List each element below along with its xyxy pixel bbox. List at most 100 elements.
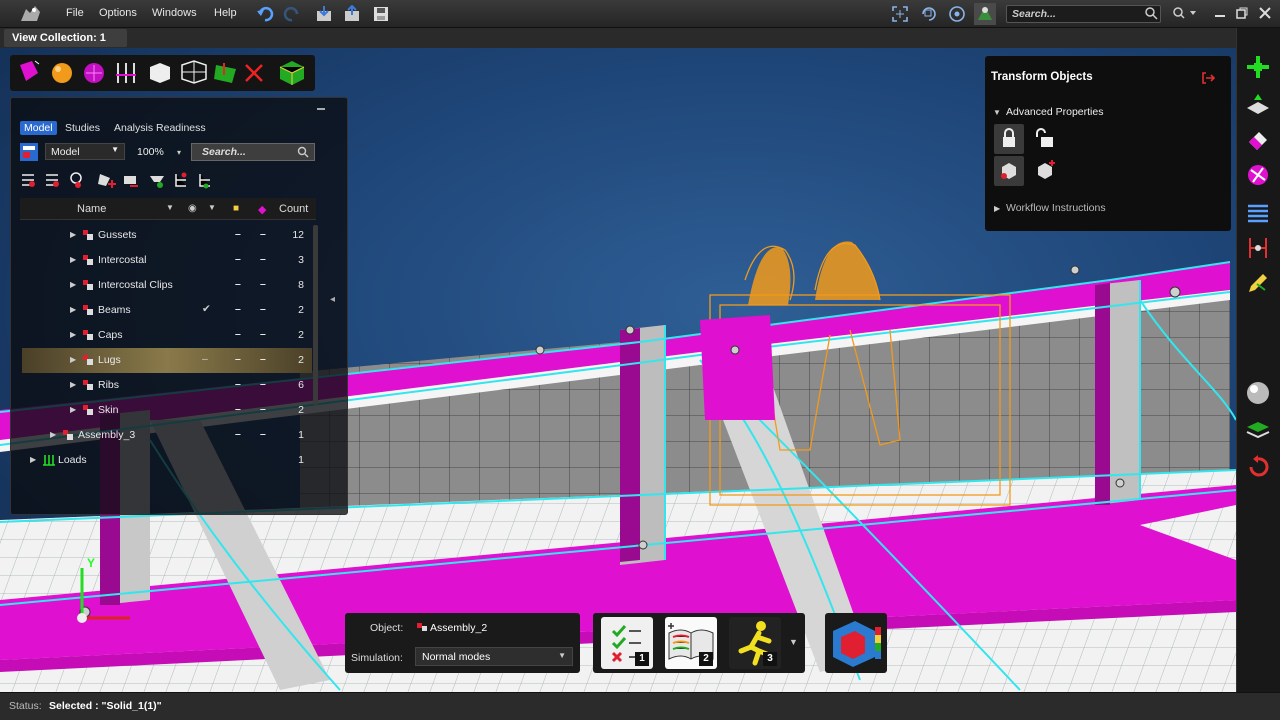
visibility-icon[interactable]: ◉ [188, 203, 197, 214]
zoom-value[interactable]: 100% [137, 146, 164, 158]
panel-minimize-icon[interactable] [316, 106, 326, 112]
part-column-icon[interactable]: ◆ [258, 203, 266, 216]
row-check[interactable]: – [202, 353, 208, 365]
simulation-select[interactable]: Normal modes ▼ [415, 647, 573, 666]
eraser-icon[interactable] [1245, 128, 1271, 154]
row-value-b[interactable]: – [260, 353, 266, 365]
row-value-a[interactable]: – [235, 278, 241, 290]
expand-arrow-icon[interactable]: ▶ [50, 430, 56, 439]
minimize-icon[interactable] [1213, 6, 1227, 20]
restore-icon[interactable] [1235, 6, 1249, 20]
workflow-instructions-label[interactable]: Workflow Instructions [1006, 202, 1106, 214]
list-icon[interactable] [1245, 200, 1271, 226]
expand-arrow-icon[interactable]: ▶ [70, 280, 76, 289]
menu-help[interactable]: Help [214, 7, 237, 19]
expand-arrow-icon[interactable]: ▼ [993, 108, 1001, 117]
expand-arrow-icon[interactable]: ▶ [70, 380, 76, 389]
menu-file[interactable]: File [66, 7, 84, 19]
menu-windows[interactable]: Windows [152, 7, 197, 19]
run-button[interactable]: 3 [729, 617, 781, 669]
zoom-dropdown-icon[interactable]: ▾ [177, 148, 181, 157]
expand-arrow-icon[interactable]: ▶ [70, 355, 76, 364]
layers-icon[interactable] [1245, 417, 1271, 443]
rotate-view-icon[interactable] [920, 5, 938, 23]
row-value-b[interactable]: – [260, 253, 266, 265]
tree-row[interactable]: ▶ Loads 1 [22, 448, 312, 473]
expand-arrow-icon[interactable]: ▶ [70, 405, 76, 414]
reset-icon[interactable] [1245, 453, 1271, 479]
tree-row[interactable]: ▶ Assembly_3 – – 1 [22, 423, 312, 448]
results-button[interactable] [825, 613, 887, 673]
row-value-a[interactable]: – [235, 428, 241, 440]
visibility-filter-icon[interactable]: ▼ [208, 203, 216, 212]
menu-options[interactable]: Options [99, 7, 137, 19]
search-icon[interactable] [1144, 6, 1158, 20]
search-icon[interactable] [297, 146, 309, 158]
import-icon[interactable] [315, 5, 333, 23]
filter-toolbar[interactable] [20, 170, 220, 190]
row-value-b[interactable]: – [260, 328, 266, 340]
row-value-b[interactable]: – [260, 228, 266, 240]
tree-row[interactable]: ▶ Beams ✔ – – 2 [22, 298, 312, 323]
run-options-dropdown-icon[interactable]: ▼ [789, 637, 798, 647]
redo-icon[interactable] [283, 5, 301, 23]
tab-model[interactable]: Model [20, 121, 57, 135]
global-search-input[interactable]: Search... [1006, 5, 1161, 23]
view-collection-tab[interactable]: View Collection: 1 [4, 29, 127, 47]
row-check[interactable]: ✔ [202, 303, 211, 315]
color-column-icon[interactable]: ■ [233, 203, 239, 214]
model-select[interactable]: Model ▼ [45, 143, 125, 160]
row-value-b[interactable]: – [260, 303, 266, 315]
row-value-a[interactable]: – [235, 228, 241, 240]
measure-icon[interactable] [1245, 235, 1271, 261]
check-model-button[interactable]: 1 [601, 617, 653, 669]
tree-row[interactable]: ▶ Ribs – – 6 [22, 373, 312, 398]
row-value-a[interactable]: – [235, 403, 241, 415]
shading-sphere-icon[interactable] [1245, 380, 1271, 406]
collapse-arrow-icon[interactable]: ▶ [994, 204, 1000, 213]
row-value-a[interactable]: – [235, 303, 241, 315]
expand-arrow-icon[interactable]: ▶ [70, 230, 76, 239]
tree-scrollbar[interactable] [313, 225, 318, 405]
object-value[interactable]: Assembly_2 [430, 622, 487, 634]
move-object-button[interactable] [994, 156, 1024, 186]
fit-view-icon[interactable] [891, 5, 909, 23]
row-value-a[interactable]: – [235, 328, 241, 340]
row-value-b[interactable]: – [260, 378, 266, 390]
tree-row[interactable]: ▶ Gussets – – 12 [22, 223, 312, 248]
model-view-icon[interactable] [19, 142, 39, 162]
setup-button[interactable]: 2 [665, 617, 717, 669]
tree-row[interactable]: ▶ Skin – – 2 [22, 398, 312, 423]
search-options-icon[interactable] [1172, 6, 1198, 20]
add-node-icon[interactable] [1245, 54, 1271, 80]
plane-icon[interactable] [1245, 92, 1271, 118]
select-mode-icon[interactable] [974, 3, 996, 25]
column-count[interactable]: Count [279, 203, 308, 215]
close-icon[interactable] [1258, 6, 1272, 20]
copy-object-icon[interactable] [1030, 156, 1060, 186]
undo-icon[interactable] [256, 5, 274, 23]
tree-row[interactable]: ▶ Intercostal Clips – – 8 [22, 273, 312, 298]
tree-row[interactable]: ▶ Intercostal – – 3 [22, 248, 312, 273]
pencil-icon[interactable] [1245, 270, 1271, 296]
panel-resize-handle[interactable]: ◂ [330, 294, 335, 305]
tab-analysis-readiness[interactable]: Analysis Readiness [110, 121, 210, 135]
tree-row[interactable]: ▶ Caps – – 2 [22, 323, 312, 348]
save-icon[interactable] [372, 5, 390, 23]
tree-row[interactable]: ▶ Lugs – – – 2 [22, 348, 312, 373]
exit-icon[interactable] [1200, 70, 1216, 86]
row-value-b[interactable]: – [260, 403, 266, 415]
name-filter-icon[interactable]: ▼ [166, 203, 174, 212]
shape-icon[interactable] [1245, 162, 1271, 188]
tab-studies[interactable]: Studies [61, 121, 104, 135]
lock-button[interactable] [994, 124, 1024, 154]
row-value-a[interactable]: – [235, 253, 241, 265]
column-name[interactable]: Name [77, 203, 106, 215]
expand-arrow-icon[interactable]: ▶ [30, 455, 36, 464]
expand-arrow-icon[interactable]: ▶ [70, 305, 76, 314]
row-value-b[interactable]: – [260, 278, 266, 290]
row-value-b[interactable]: – [260, 428, 266, 440]
row-value-a[interactable]: – [235, 378, 241, 390]
row-value-a[interactable]: – [235, 353, 241, 365]
expand-arrow-icon[interactable]: ▶ [70, 330, 76, 339]
